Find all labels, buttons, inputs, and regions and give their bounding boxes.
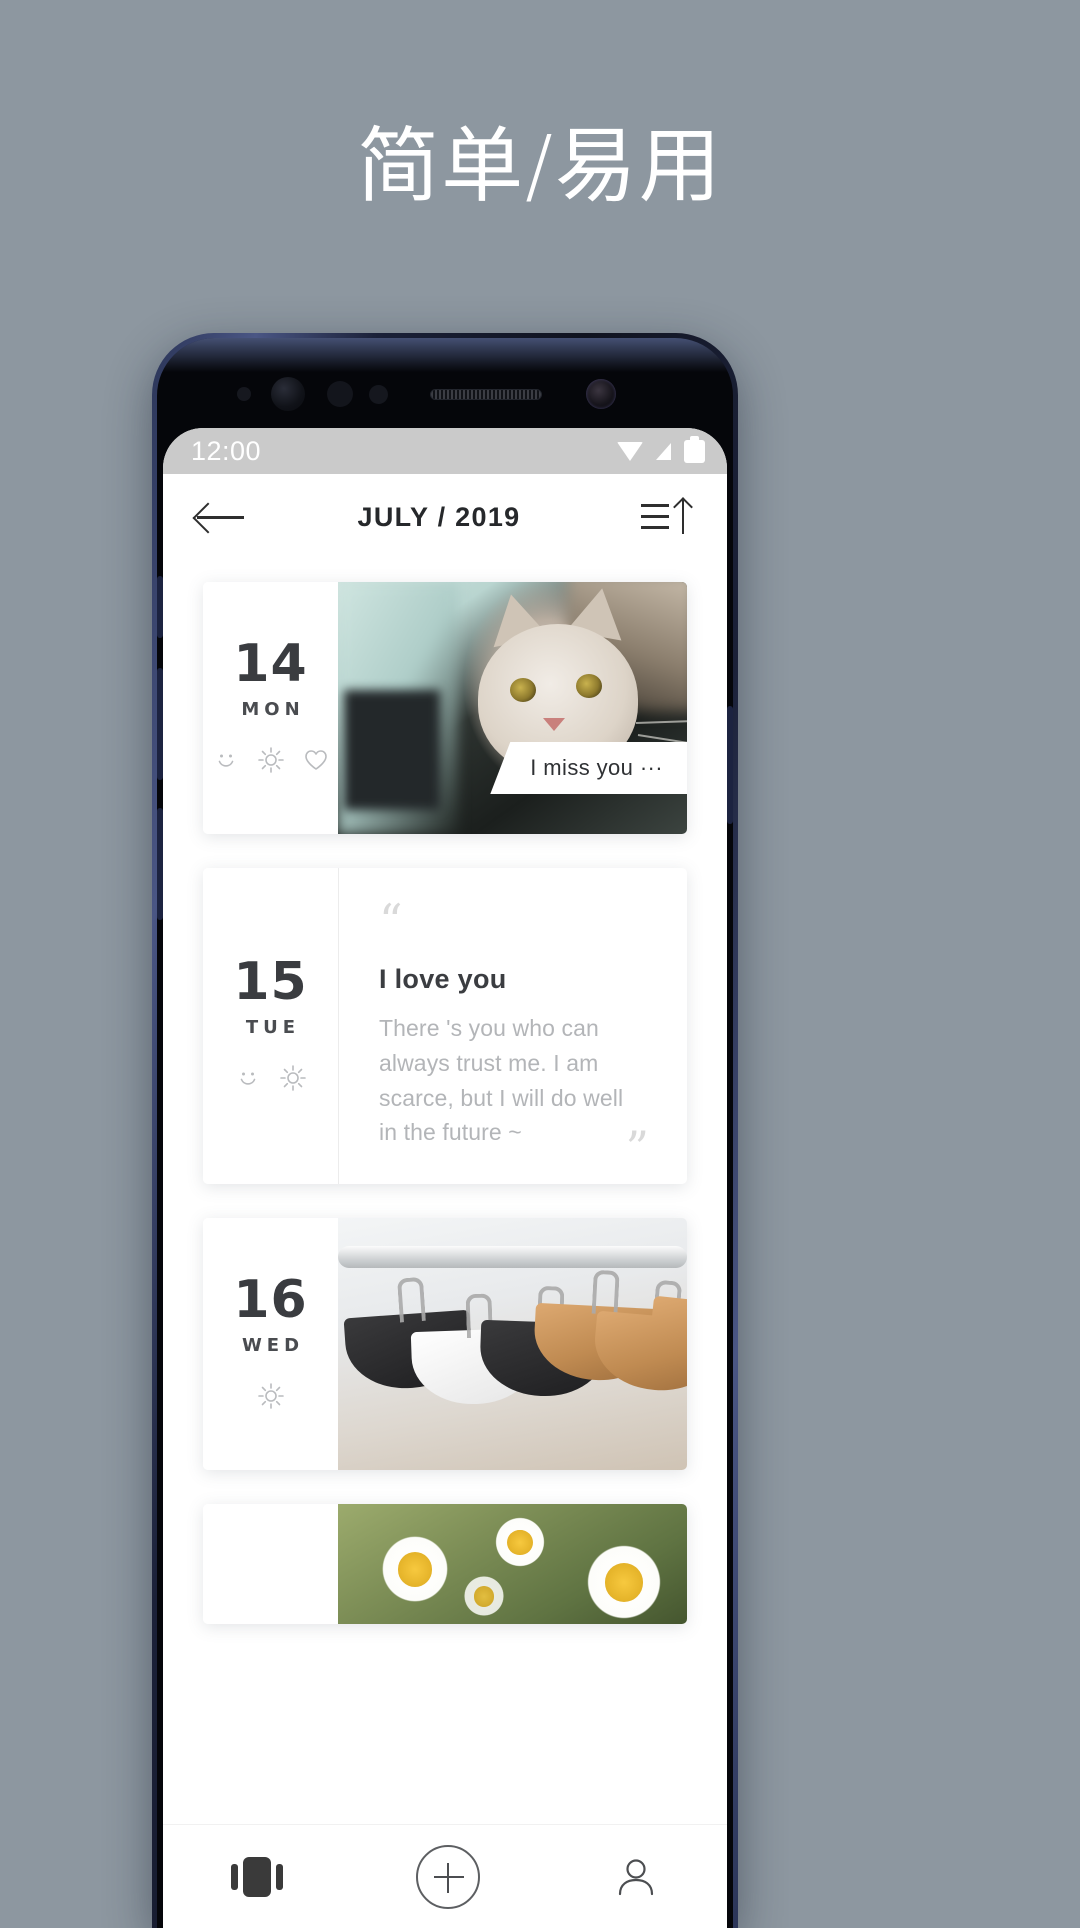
entry-weekday: TUE bbox=[245, 1017, 301, 1038]
quote-open-icon: “ bbox=[379, 894, 403, 948]
add-icon bbox=[415, 1844, 480, 1909]
status-bar-icons bbox=[617, 435, 705, 463]
entry-date-column: 16 WED bbox=[203, 1218, 338, 1471]
entry-title: I love you bbox=[379, 963, 507, 994]
battery-icon bbox=[684, 435, 705, 463]
entry-date-column: 15 TUE bbox=[203, 868, 338, 1185]
entry-day-number: 16 bbox=[233, 1270, 308, 1331]
hangers-photo bbox=[338, 1218, 687, 1471]
sun-icon[interactable] bbox=[279, 1064, 307, 1092]
diary-entry-card[interactable]: 16 WED bbox=[203, 1218, 687, 1471]
entry-media[interactable] bbox=[338, 1218, 687, 1471]
phone-screen: 12:00 JULY / 2019 14 MON I miss you ··· … bbox=[163, 428, 727, 1928]
sort-ascending-icon[interactable] bbox=[641, 497, 693, 536]
phone-body: 12:00 JULY / 2019 14 MON I miss you ··· … bbox=[157, 338, 733, 1928]
entry-media[interactable]: I miss you ··· bbox=[338, 582, 687, 834]
diary-entry-card[interactable]: 14 MON I miss you ··· bbox=[203, 582, 687, 834]
light-sensor-icon bbox=[369, 384, 388, 404]
nav-cards-button[interactable] bbox=[229, 1854, 285, 1900]
daisy-photo bbox=[338, 1504, 687, 1625]
entry-day-number: 15 bbox=[233, 952, 308, 1012]
entry-date-column bbox=[203, 1504, 338, 1625]
phone-device-frame: 12:00 JULY / 2019 14 MON I miss you ··· … bbox=[152, 333, 738, 1928]
entry-mood-row bbox=[203, 1382, 338, 1410]
nav-profile-button[interactable] bbox=[611, 1852, 661, 1902]
device-button-volume-down[interactable] bbox=[157, 808, 163, 920]
diary-entry-card[interactable]: 15 TUE “ I love you There 's you who can… bbox=[203, 868, 687, 1185]
diary-feed[interactable]: 14 MON I miss you ··· 15 TUE “ I love yo… bbox=[163, 560, 727, 1824]
heart-icon[interactable] bbox=[302, 746, 330, 774]
signal-icon bbox=[656, 442, 671, 460]
page-title: JULY / 2019 bbox=[357, 501, 521, 532]
back-arrow-icon[interactable] bbox=[197, 502, 245, 532]
sun-icon[interactable] bbox=[257, 1382, 285, 1410]
sensor-row bbox=[157, 366, 733, 422]
proximity-sensor-icon bbox=[327, 381, 353, 407]
diary-entry-card[interactable] bbox=[203, 1504, 687, 1625]
entry-mood-row bbox=[203, 1064, 338, 1092]
app-header: JULY / 2019 bbox=[163, 474, 727, 560]
promo-headline: 简单/易用 bbox=[357, 119, 723, 214]
entry-caption: I miss you ··· bbox=[490, 742, 687, 794]
profile-icon bbox=[619, 1858, 654, 1895]
nav-add-button[interactable] bbox=[415, 1844, 480, 1909]
cards-icon bbox=[229, 1854, 285, 1900]
wifi-icon bbox=[617, 441, 643, 461]
entry-quote-body[interactable]: “ I love you There 's you who can always… bbox=[338, 868, 687, 1185]
cat-photo bbox=[338, 582, 687, 834]
entry-date-column: 14 MON bbox=[203, 582, 338, 834]
status-bar-time: 12:00 bbox=[191, 435, 262, 466]
sun-icon[interactable] bbox=[257, 746, 285, 774]
device-button-bixby[interactable] bbox=[157, 576, 163, 638]
device-button-volume-up[interactable] bbox=[157, 668, 163, 780]
status-bar: 12:00 bbox=[163, 428, 727, 474]
device-button-power[interactable] bbox=[727, 706, 733, 824]
bottom-navigation bbox=[163, 1824, 727, 1928]
entry-weekday: WED bbox=[241, 1335, 305, 1357]
iris-scanner-icon bbox=[271, 377, 305, 411]
sensor-dot-icon bbox=[237, 387, 251, 401]
smiley-icon[interactable] bbox=[212, 746, 240, 774]
entry-media[interactable] bbox=[338, 1504, 687, 1625]
quote-close-icon: ” bbox=[625, 1120, 649, 1175]
entry-mood-row bbox=[203, 746, 338, 774]
entry-weekday: MON bbox=[241, 699, 305, 720]
front-camera-icon bbox=[586, 379, 616, 409]
smiley-icon[interactable] bbox=[234, 1064, 262, 1092]
earpiece-speaker-icon bbox=[430, 388, 542, 400]
entry-day-number: 14 bbox=[233, 634, 308, 694]
entry-text: There 's you who can always trust me. I … bbox=[379, 1014, 624, 1146]
